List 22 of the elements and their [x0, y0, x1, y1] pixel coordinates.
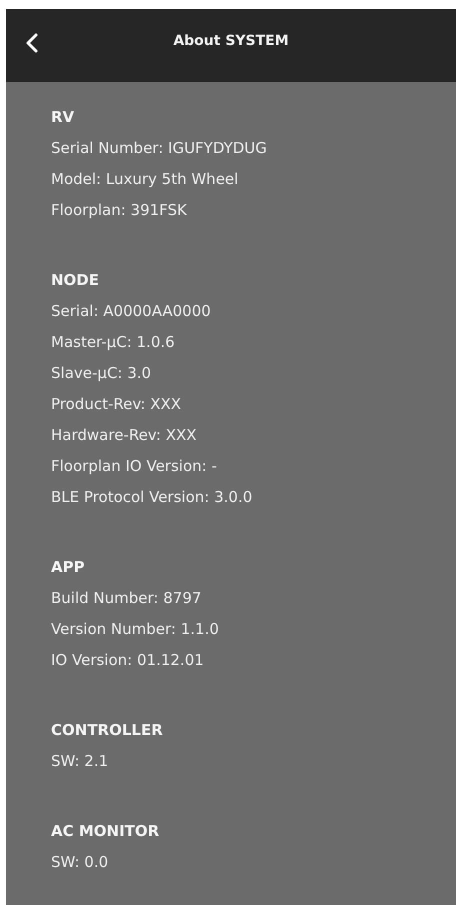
- section-heading: RV: [51, 107, 76, 128]
- section-heading: NODE: [51, 270, 100, 291]
- info-line: Version Number: 1.1.0: [51, 619, 220, 640]
- screen-title: About SYSTEM: [173, 32, 289, 48]
- section-heading: AC MONITOR: [51, 821, 160, 842]
- info-line: SW: 2.1: [51, 751, 110, 772]
- info-line: Slave-µC: 3.0: [51, 363, 152, 384]
- info-line: BLE Protocol Version: 3.0.0: [51, 487, 254, 508]
- info-line: Product-Rev: XXX: [51, 394, 182, 415]
- info-line: Master-µC: 1.0.6: [51, 332, 176, 353]
- info-line: IO Version: 01.12.01: [51, 650, 205, 671]
- info-line: Build Number: 8797: [51, 588, 202, 609]
- info-line: Serial Number: IGUFYDYDUG: [51, 138, 268, 159]
- info-line: SW: 0.0: [51, 852, 110, 873]
- info-line: Model: Luxury 5th Wheel: [51, 169, 240, 190]
- section-heading: CONTROLLER: [51, 720, 164, 741]
- back-icon: [26, 33, 38, 53]
- info-line: Hardware-Rev: XXX: [51, 425, 198, 446]
- info-line: Floorplan IO Version: -: [51, 456, 218, 477]
- section-heading: APP: [51, 557, 86, 578]
- info-line: Floorplan: 391FSK: [51, 200, 188, 221]
- info-line: Serial: A0000AA0000: [51, 301, 212, 322]
